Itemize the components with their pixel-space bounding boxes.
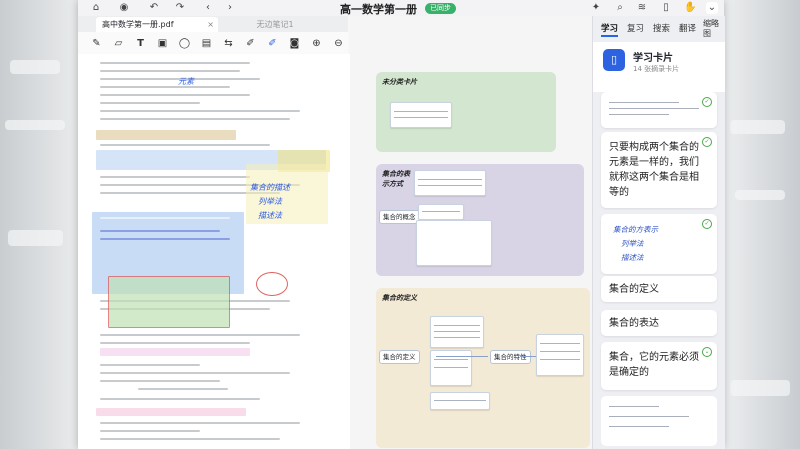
eraser-icon[interactable]: ▱ bbox=[112, 37, 125, 50]
check-icon[interactable]: ✓ bbox=[702, 137, 712, 147]
card-count: 14 张摘录卡片 bbox=[633, 65, 680, 73]
search-icon[interactable]: ⌕ bbox=[614, 2, 626, 14]
notebook-canvas[interactable]: 未分类卡片 集合的表 示方式 集合的概念 集合的定义 集合的定义 集合的特性 bbox=[350, 16, 592, 449]
magic-icon[interactable]: ✦ bbox=[590, 2, 602, 14]
home-icon[interactable]: ⌂ bbox=[90, 2, 102, 14]
flashcard[interactable]: 集合的定义 bbox=[601, 276, 717, 302]
undo-icon[interactable]: ↶ bbox=[148, 2, 160, 14]
region-representation[interactable]: 集合的表 示方式 集合的概念 bbox=[376, 164, 584, 276]
pen-icon[interactable]: ✎ bbox=[90, 37, 103, 50]
tab-search[interactable]: 搜索 bbox=[653, 22, 670, 34]
handwritten-note: 集合的描述 bbox=[250, 183, 290, 192]
clip-icon[interactable]: ▤ bbox=[200, 37, 213, 50]
flashcard[interactable]: 只要构成两个集合的元素是一样的，我们就称这两个集合是相等的 ✓ bbox=[601, 132, 717, 208]
zoom-out-icon[interactable]: ⊖ bbox=[332, 37, 345, 50]
region-uncategorized[interactable]: 未分类卡片 bbox=[376, 72, 556, 152]
pdf-page[interactable]: 元素 集合的描述 列举法 描述法 bbox=[78, 54, 351, 449]
forward-icon[interactable]: › bbox=[224, 2, 236, 14]
excerpt-card[interactable] bbox=[418, 204, 464, 220]
pen-toolbar: ✎ ▱ T ▣ ◯ ▤ ⇆ ✐ ✐ ◙ ⊕ ⊖ bbox=[78, 32, 348, 55]
flashcard-app-icon: ▯ bbox=[603, 49, 625, 71]
chevron-down-icon[interactable]: ⌄ bbox=[702, 347, 712, 357]
handwritten-note: 元素 bbox=[178, 77, 194, 86]
excerpt-card[interactable] bbox=[414, 170, 486, 196]
highlighter-icon[interactable]: ✐ bbox=[244, 37, 257, 50]
tab-review[interactable]: 复习 bbox=[627, 22, 644, 34]
swap-icon[interactable]: ⇆ bbox=[222, 37, 235, 50]
flashcard[interactable]: 集合，它的元素必须是确定的 ⌄ bbox=[601, 342, 717, 390]
document-title: 高一数学第一册 bbox=[340, 3, 417, 16]
tab-thumbnail[interactable]: 缩略图 bbox=[703, 19, 723, 39]
text-icon[interactable]: T bbox=[134, 37, 147, 50]
excerpt-card[interactable] bbox=[430, 316, 484, 348]
layers-icon[interactable]: ≋ bbox=[636, 2, 648, 14]
marker-icon[interactable]: ✐ bbox=[266, 37, 279, 50]
zoom-in-icon[interactable]: ⊕ bbox=[310, 37, 323, 50]
chevron-down-icon[interactable]: ⌄ bbox=[706, 2, 718, 14]
eye-icon[interactable]: ◉ bbox=[118, 2, 130, 14]
tab-study[interactable]: 学习 bbox=[601, 22, 619, 37]
camera-icon[interactable]: ◙ bbox=[288, 37, 301, 50]
handwritten-note: 描述法 bbox=[258, 211, 282, 220]
app-window: ⌂ ◉ ↶ ↷ ‹ › 高一数学第一册 已同步 ✦ ⌕ ≋ ▯ ✋ ⌄ 高中数学… bbox=[78, 0, 725, 449]
study-panel: 学习 复习 搜索 翻译 缩略图 ▯ 学习卡片 14 张摘录卡片 ✓ 只要构成两个… bbox=[592, 16, 725, 449]
tab-translate[interactable]: 翻译 bbox=[679, 22, 696, 34]
check-icon[interactable]: ✓ bbox=[702, 97, 712, 107]
tab-pdf[interactable]: 高中数学第一册.pdf × bbox=[96, 17, 218, 32]
excerpt-card[interactable] bbox=[390, 102, 452, 128]
back-icon[interactable]: ‹ bbox=[202, 2, 214, 14]
tab-bar: 高中数学第一册.pdf × 无边笔记1 bbox=[78, 16, 348, 32]
label-feature[interactable]: 集合的特性 bbox=[490, 350, 531, 364]
flashcard[interactable] bbox=[601, 396, 717, 446]
panel-header: ▯ 学习卡片 14 张摘录卡片 bbox=[593, 42, 725, 92]
sync-badge: 已同步 bbox=[425, 3, 456, 14]
handwritten-note: 列举法 bbox=[258, 197, 282, 206]
top-bar: ⌂ ◉ ↶ ↷ ‹ › 高一数学第一册 已同步 ✦ ⌕ ≋ ▯ ✋ ⌄ bbox=[78, 0, 724, 16]
lasso-icon[interactable]: ◯ bbox=[178, 37, 191, 50]
panel-title: 学习卡片 bbox=[633, 53, 673, 64]
check-icon[interactable]: ✓ bbox=[702, 219, 712, 229]
page-icon[interactable]: ▯ bbox=[660, 2, 672, 14]
flashcard[interactable]: ✓ bbox=[601, 92, 717, 128]
label-definition[interactable]: 集合的定义 bbox=[379, 350, 420, 364]
close-icon[interactable]: × bbox=[207, 17, 214, 32]
redo-icon[interactable]: ↷ bbox=[174, 2, 186, 14]
panel-tabs: 学习 复习 搜索 翻译 缩略图 bbox=[593, 16, 725, 42]
tab-notebook[interactable]: 无边笔记1 bbox=[214, 17, 336, 32]
image-icon[interactable]: ▣ bbox=[156, 37, 169, 50]
flashcard[interactable]: 集合的方表示 列举法 描述法 ✓ bbox=[601, 214, 717, 274]
hand-icon[interactable]: ✋ bbox=[684, 2, 696, 14]
excerpt-card[interactable] bbox=[430, 392, 490, 410]
region-definition[interactable]: 集合的定义 集合的定义 集合的特性 bbox=[376, 288, 590, 448]
flashcard[interactable]: 集合的表达 bbox=[601, 310, 717, 336]
label-concept[interactable]: 集合的概念 bbox=[379, 210, 420, 224]
handwriting-card[interactable] bbox=[416, 220, 492, 266]
excerpt-card[interactable] bbox=[536, 334, 584, 376]
